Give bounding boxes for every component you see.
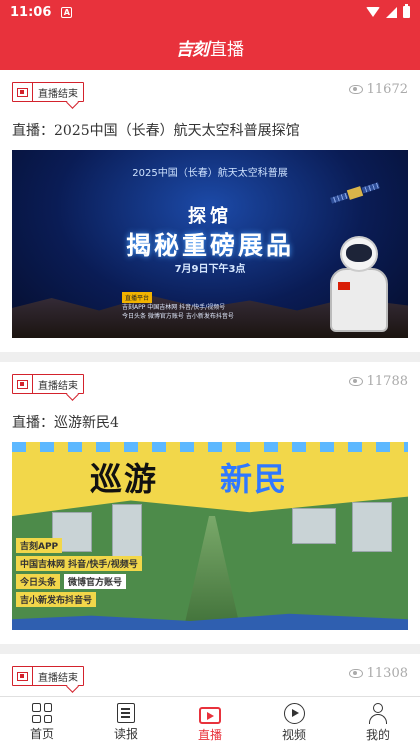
live-card[interactable]: 直播结束 11672 直播：2025中国（长春）航天太空科普展探馆 2025中国… <box>0 70 420 352</box>
nav-me[interactable]: 我的 <box>336 697 420 748</box>
view-count: 11672 <box>348 82 408 97</box>
eye-icon <box>348 85 363 94</box>
thumb-label: 吉小新发布抖音号 <box>16 592 97 607</box>
nav-home[interactable]: 首页 <box>0 697 84 748</box>
bottom-nav: 首页 读报 直播 视频 我的 <box>0 696 420 748</box>
view-count-value: 11788 <box>366 374 408 389</box>
live-tv-icon <box>199 706 221 724</box>
thumb-platforms-2: 今日头条 微博官方账号 吉小新发布抖音号 <box>122 313 234 320</box>
thumb-subtitle: 2025中国（长春）航天太空科普展 <box>132 168 288 179</box>
badge-label: 直播结束 <box>38 88 78 100</box>
badge-label: 直播结束 <box>38 380 78 392</box>
eye-icon <box>348 377 363 386</box>
status-bar: 11:06 A <box>0 0 420 24</box>
newspaper-icon <box>117 703 135 723</box>
eye-icon <box>348 669 363 678</box>
road-illustration <box>182 516 242 630</box>
card-title[interactable]: 直播：2025中国（长春）航天太空科普展探馆 <box>12 120 300 140</box>
nav-label: 读报 <box>113 727 138 741</box>
thumb-title-b: 新民 <box>220 460 289 498</box>
home-grid-icon <box>32 703 52 723</box>
thumb-platforms-1: 吉刻APP 中国吉林网 抖音/快手/视频号 <box>122 304 226 311</box>
user-icon <box>367 702 389 724</box>
nav-label: 视频 <box>281 727 306 742</box>
china-flag-icon <box>338 282 350 290</box>
nav-video[interactable]: 视频 <box>252 697 336 748</box>
signal-icon <box>386 6 397 18</box>
page-title: 直播 <box>210 39 244 60</box>
app-header: 吉刻 直播 <box>0 24 420 70</box>
nav-label: 直播 <box>197 727 222 742</box>
wifi-icon <box>366 7 380 17</box>
live-feed[interactable]: 直播结束 11672 直播：2025中国（长春）航天太空科普展探馆 2025中国… <box>0 70 420 696</box>
thumb-banner <box>12 442 408 517</box>
view-count: 11788 <box>348 374 408 389</box>
card-thumbnail[interactable]: 巡游 新民 吉刻APP 中国吉林网 抖音/快手/视频号 今日头条 微博官方账号 … <box>12 442 408 630</box>
badge-label: 直播结束 <box>38 672 78 684</box>
live-badge-icon <box>13 83 33 101</box>
live-card[interactable]: 直播结束 11788 直播：巡游新民4 巡游 新民 吉刻APP 中国吉林网 抖音… <box>0 362 420 644</box>
live-ended-badge: 直播结束 <box>12 374 84 394</box>
status-icons <box>366 4 410 18</box>
view-count-value: 11672 <box>366 82 408 97</box>
live-card[interactable]: 直播结束 11308 <box>0 654 420 696</box>
thumb-label: 吉刻APP <box>16 538 63 553</box>
live-ended-badge: 直播结束 <box>12 666 84 686</box>
nav-live[interactable]: 直播 <box>168 697 252 748</box>
status-time: 11:06 <box>10 4 52 20</box>
view-count: 11308 <box>348 666 408 681</box>
astronaut-illustration <box>326 236 392 332</box>
play-circle-icon <box>283 702 305 724</box>
live-badge-icon <box>13 375 33 393</box>
battery-icon <box>403 4 410 18</box>
thumb-title-a: 巡游 <box>90 460 159 498</box>
thumb-headline-1: 探馆 <box>188 206 232 227</box>
view-count-value: 11308 <box>366 666 408 681</box>
card-title[interactable]: 直播：巡游新民4 <box>12 412 119 432</box>
nav-label: 首页 <box>29 727 54 741</box>
live-badge-icon <box>13 667 33 685</box>
card-thumbnail[interactable]: 2025中国（长春）航天太空科普展 探馆 揭秘重磅展品 7月9日下午3点 直播平… <box>12 150 408 338</box>
thumb-platform-labels: 吉刻APP 中国吉林网 抖音/快手/视频号 今日头条 微博官方账号 吉小新发布抖… <box>16 538 142 607</box>
app-logo: 吉刻 <box>176 39 209 60</box>
thumb-label: 微博官方账号 <box>64 574 127 589</box>
notification-a-icon: A <box>61 6 73 18</box>
thumb-label: 中国吉林网 抖音/快手/视频号 <box>16 556 142 571</box>
nav-label: 我的 <box>365 728 390 742</box>
thumb-label: 今日头条 <box>16 574 61 589</box>
nav-newspaper[interactable]: 读报 <box>84 697 168 748</box>
live-ended-badge: 直播结束 <box>12 82 84 102</box>
